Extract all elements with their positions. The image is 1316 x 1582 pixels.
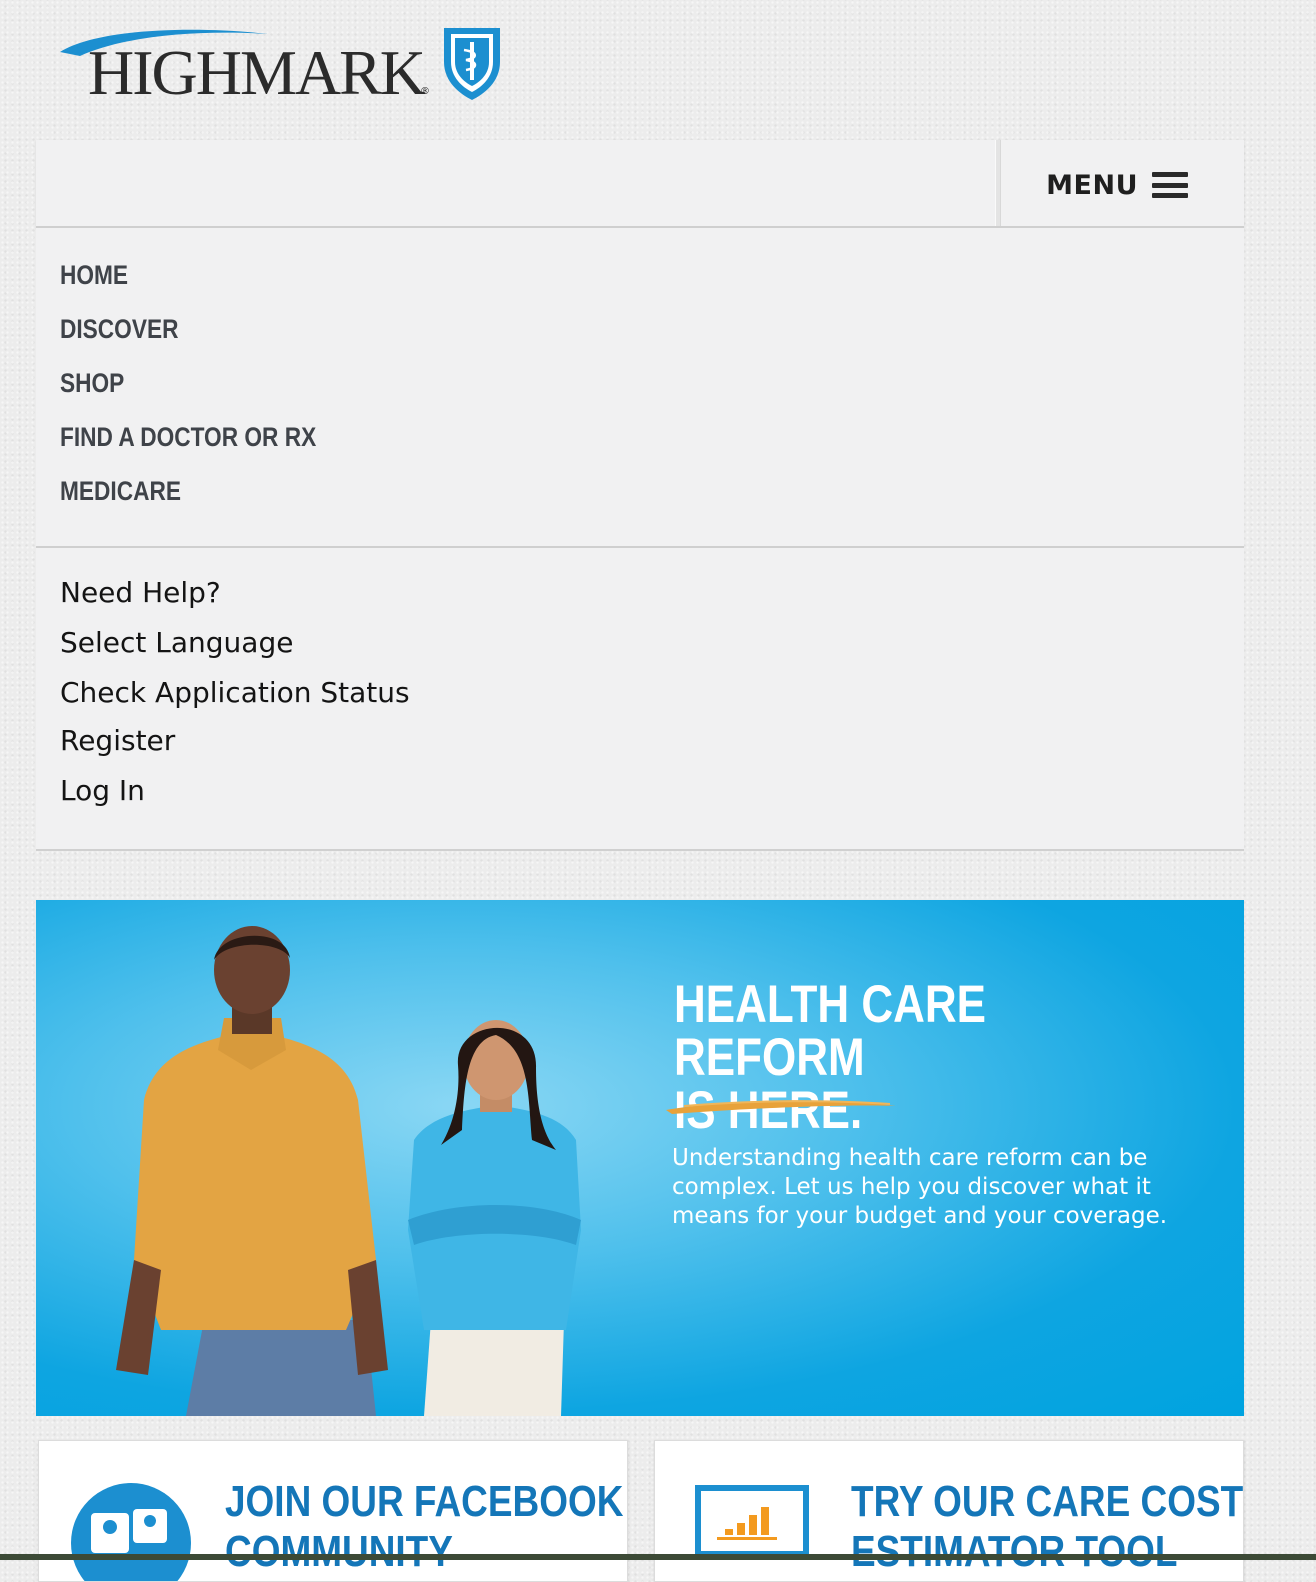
hero-title-line1: HEALTH CARE REFORM xyxy=(674,975,987,1087)
facebook-card-title-line2: COMMUNITY xyxy=(225,1527,453,1576)
need-help-link[interactable]: Need Help? xyxy=(60,576,221,609)
facebook-community-icon xyxy=(71,1483,191,1581)
nav-item-home[interactable]: HOME xyxy=(60,260,128,291)
hero-banner[interactable]: HEALTH CARE REFORM IS HERE. Understandin… xyxy=(36,900,1244,1416)
nav-item-medicare[interactable]: MEDICARE xyxy=(60,476,181,507)
bar-chart-icon xyxy=(695,1485,809,1557)
top-navbar: MENU xyxy=(36,140,1244,228)
care-cost-card-title-line1: TRY OUR CARE COST xyxy=(851,1477,1244,1526)
highmark-logo-graphic: HIGHMARK ® xyxy=(60,28,500,108)
highmark-logo[interactable]: HIGHMARK ® xyxy=(58,22,508,108)
nav-item-shop[interactable]: SHOP xyxy=(60,368,124,399)
hamburger-icon xyxy=(1152,172,1188,198)
select-language-link[interactable]: Select Language xyxy=(60,626,293,659)
menu-label: MENU xyxy=(1046,169,1138,201)
logo-wordmark: HIGHMARK xyxy=(88,37,426,106)
utility-links-panel: Need Help? Select Language Check Applica… xyxy=(36,548,1244,851)
main-nav-panel: HOME DISCOVER SHOP FIND A DOCTOR OR RX M… xyxy=(36,228,1244,548)
orange-brush-stroke xyxy=(666,1100,896,1114)
people-photo xyxy=(116,926,581,1416)
woman-figure xyxy=(408,1020,581,1416)
blue-shield-icon xyxy=(444,28,500,100)
log-in-link[interactable]: Log In xyxy=(60,774,145,807)
navbar-divider xyxy=(995,140,1001,226)
facebook-card-title: JOIN OUR FACEBOOK COMMUNITY xyxy=(225,1477,623,1577)
care-cost-card-title-line2: ESTIMATOR TOOL xyxy=(851,1527,1178,1576)
facebook-card-title-line1: JOIN OUR FACEBOOK xyxy=(225,1477,624,1526)
bottom-edge-strip xyxy=(0,1554,1316,1560)
hero-body-text: Understanding health care reform can be … xyxy=(672,1145,1168,1229)
register-link[interactable]: Register xyxy=(60,724,175,757)
nav-item-discover[interactable]: DISCOVER xyxy=(60,314,178,345)
nav-item-find-doctor[interactable]: FIND A DOCTOR OR RX xyxy=(60,422,316,453)
check-application-status-link[interactable]: Check Application Status xyxy=(60,676,410,709)
care-cost-card-title: TRY OUR CARE COST ESTIMATOR TOOL xyxy=(851,1477,1243,1577)
logo-registered-mark: ® xyxy=(420,86,430,97)
menu-button[interactable]: MENU xyxy=(1046,168,1188,202)
man-figure xyxy=(116,926,388,1416)
facebook-community-card[interactable]: JOIN OUR FACEBOOK COMMUNITY xyxy=(38,1440,628,1582)
care-cost-estimator-card[interactable]: TRY OUR CARE COST ESTIMATOR TOOL xyxy=(654,1440,1244,1582)
